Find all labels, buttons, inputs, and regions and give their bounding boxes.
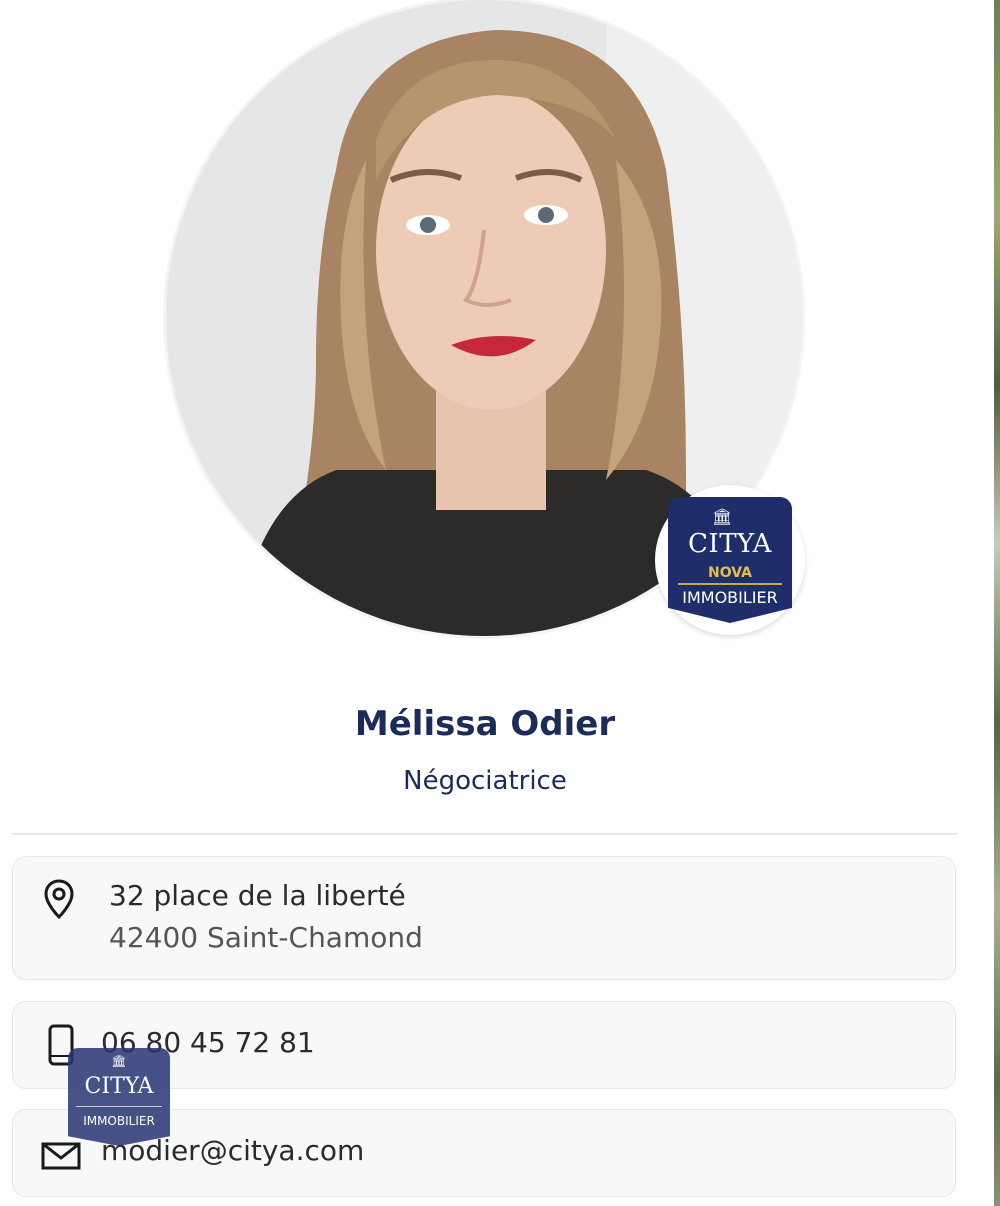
badge-sub-brand: NOVA	[708, 565, 752, 581]
address-line1: 32 place de la liberté	[109, 879, 406, 912]
floating-logo-label: IMMOBILIER	[83, 1114, 155, 1128]
agency-logo-badge: 🏛 CITYA NOVA IMMOBILIER	[668, 497, 792, 623]
address-line2: 42400 Saint-Chamond	[109, 921, 423, 954]
background-image-strip	[994, 0, 1000, 1206]
address-card: 32 place de la liberté 42400 Saint-Chamo…	[12, 856, 956, 980]
column-icon: 🏛	[712, 507, 733, 526]
agent-name: Mélissa Odier	[354, 704, 616, 744]
badge-label: IMMOBILIER	[682, 588, 778, 607]
map-pin-icon	[43, 879, 75, 923]
envelope-icon	[41, 1142, 81, 1174]
floating-agency-logo: 🏛 CITYA IMMOBILIER	[68, 1048, 170, 1146]
floating-logo-brand: CITYA	[84, 1074, 154, 1099]
column-icon: 🏛	[111, 1054, 127, 1068]
badge-brand: CITYA	[688, 529, 772, 559]
floating-logo-divider	[76, 1106, 162, 1107]
section-divider	[12, 833, 957, 835]
badge-divider	[678, 583, 782, 585]
agent-role: Négociatrice	[403, 766, 567, 796]
